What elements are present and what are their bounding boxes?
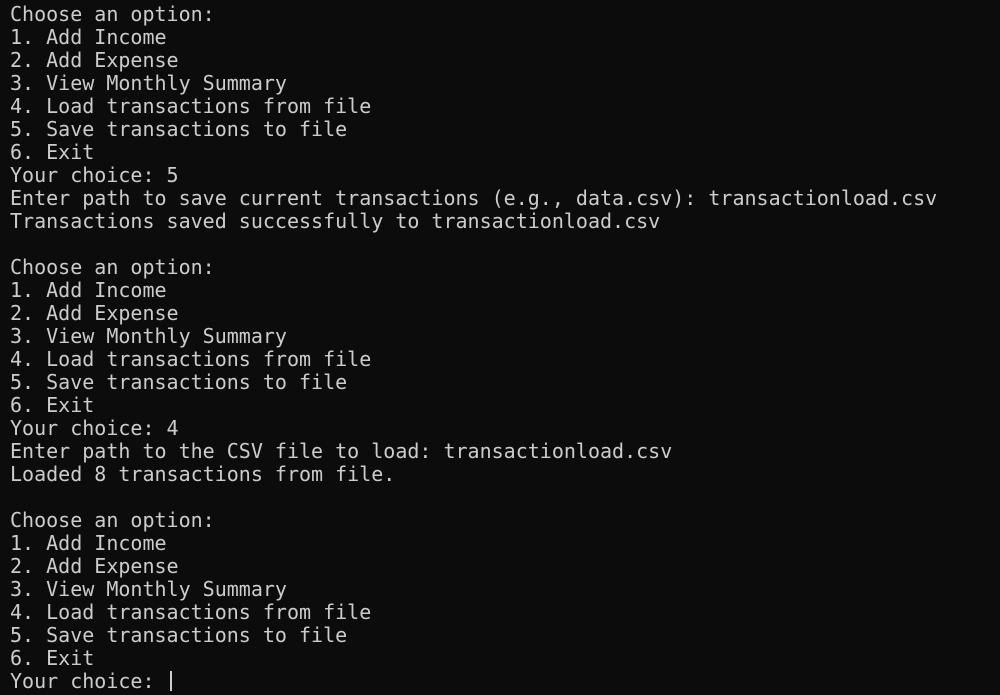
terminal-line: Choose an option: [10, 255, 215, 279]
terminal-line: 3. View Monthly Summary [10, 324, 287, 348]
terminal-line: 6. Exit [10, 646, 95, 670]
terminal-line: Enter path to save current transactions … [10, 186, 938, 210]
terminal-line: 5. Save transactions to file [10, 623, 348, 647]
terminal-line: 1. Add Income [10, 278, 167, 302]
terminal-line: 5. Save transactions to file [10, 117, 348, 141]
text-cursor [169, 671, 172, 691]
terminal-line: 4. Load transactions from file [10, 94, 372, 118]
terminal-line: 6. Exit [10, 393, 95, 417]
terminal-line: Transactions saved successfully to trans… [10, 209, 661, 233]
terminal-line: 2. Add Expense [10, 48, 179, 72]
terminal-line: Your choice: 4 [10, 416, 179, 440]
terminal-line: 3. View Monthly Summary [10, 577, 287, 601]
terminal-line: Loaded 8 transactions from file. [10, 462, 396, 486]
terminal-line: 2. Add Expense [10, 301, 179, 325]
terminal-line: 1. Add Income [10, 25, 167, 49]
terminal-line: 1. Add Income [10, 531, 167, 555]
terminal-output: Choose an option: 1. Add Income 2. Add Exp… [10, 3, 1000, 693]
terminal-window[interactable]: Choose an option: 1. Add Income 2. Add Exp… [0, 0, 1000, 695]
terminal-line: Choose an option: [10, 2, 215, 26]
terminal-line: 2. Add Expense [10, 554, 179, 578]
terminal-line: 5. Save transactions to file [10, 370, 348, 394]
terminal-line: 6. Exit [10, 140, 95, 164]
terminal-line: 4. Load transactions from file [10, 600, 372, 624]
prompt-text: Your choice: [10, 669, 167, 693]
terminal-line: Choose an option: [10, 508, 215, 532]
terminal-line: 4. Load transactions from file [10, 347, 372, 371]
active-prompt-line[interactable]: Your choice: [10, 670, 1000, 693]
terminal-line: 3. View Monthly Summary [10, 71, 287, 95]
terminal-line: Enter path to the CSV file to load: tran… [10, 439, 673, 463]
terminal-line: Your choice: 5 [10, 163, 179, 187]
